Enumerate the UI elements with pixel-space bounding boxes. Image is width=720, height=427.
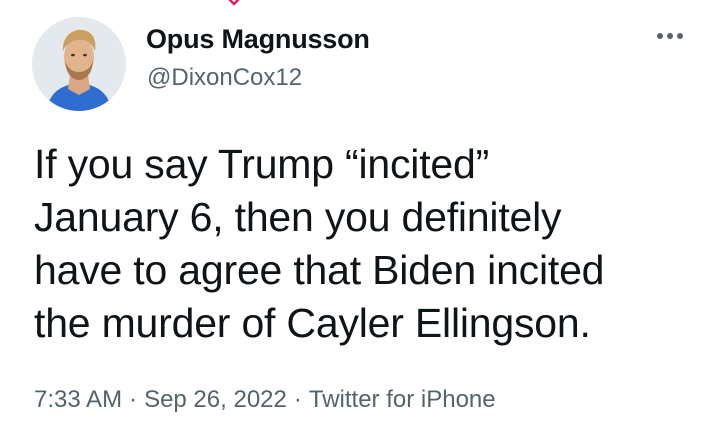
tweet-text: If you say Trump “incited” January 6, th… xyxy=(34,141,605,346)
avatar[interactable] xyxy=(32,17,126,111)
author-display-name[interactable]: Opus Magnusson xyxy=(146,24,370,55)
tweet-card: Opus Magnusson @DixonCox12 If you say Tr… xyxy=(0,0,720,427)
tweet-date-link[interactable]: Sep 26, 2022 xyxy=(144,386,287,414)
author-handle[interactable]: @DixonCox12 xyxy=(147,64,302,92)
meta-separator: · xyxy=(293,386,302,413)
more-options-button[interactable] xyxy=(650,24,690,48)
more-options-icon xyxy=(657,33,683,39)
meta-separator: · xyxy=(129,386,138,413)
tweet-time-link[interactable]: 7:33 AM xyxy=(34,386,122,414)
tweet-metadata: 7:33 AM · Sep 26, 2022 · Twitter for iPhone xyxy=(34,386,496,414)
tweet-source-link[interactable]: Twitter for iPhone xyxy=(309,386,496,414)
profile-photo-icon xyxy=(32,17,126,111)
top-cropped-heart-icon xyxy=(228,0,240,6)
